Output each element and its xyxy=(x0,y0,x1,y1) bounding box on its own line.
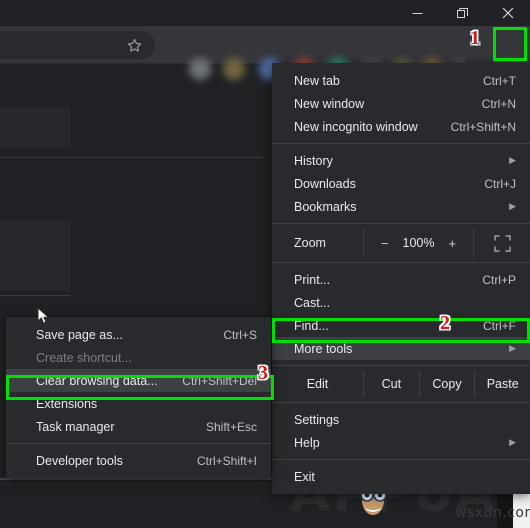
chevron-right-icon: ▶ xyxy=(509,201,516,211)
menu-item-label: Cast... xyxy=(294,295,331,310)
menu-item-label: Create shortcut... xyxy=(36,350,132,365)
menu-row-zoom: Zoom − 100% + xyxy=(272,229,530,257)
minimize-button[interactable] xyxy=(395,0,440,26)
menu-separator xyxy=(272,365,530,366)
menu-item-label: Downloads xyxy=(294,176,356,191)
menu-item-settings[interactable]: Settings xyxy=(272,408,530,431)
edit-label: Edit xyxy=(272,371,364,397)
menu-item-shortcut: Ctrl+S xyxy=(223,327,257,342)
menu-item-label: Bookmarks xyxy=(294,199,357,214)
menu-item-shortcut: Ctrl+N xyxy=(481,96,516,111)
zoom-label: Zoom xyxy=(272,229,364,257)
cut-button[interactable]: Cut xyxy=(364,371,420,397)
menu-item-label: Find... xyxy=(294,318,329,333)
menu-item-label: New window xyxy=(294,96,365,111)
menu-item-label: Task manager xyxy=(36,419,115,434)
menu-item-label: Help xyxy=(294,435,320,450)
close-button[interactable] xyxy=(485,0,530,26)
menu-item-find[interactable]: Find... Ctrl+F xyxy=(272,314,530,337)
zoom-controls: − 100% + xyxy=(364,229,474,257)
menu-item-shortcut: Ctrl+Shift+N xyxy=(450,119,516,134)
menu-item-shortcut: Ctrl+T xyxy=(483,73,516,88)
menu-item-new-incognito-window[interactable]: New incognito window Ctrl+Shift+N xyxy=(272,115,530,138)
menu-item-label: Settings xyxy=(294,412,340,427)
more-tools-menu-item[interactable]: More tools ▶ xyxy=(272,337,530,360)
menu-item-shortcut: Ctrl+F xyxy=(483,318,516,333)
chrome-main-menu: New tab Ctrl+T New window Ctrl+N New inc… xyxy=(272,63,530,494)
browser-window: APPUALS wsxdn.com xyxy=(0,0,530,528)
watermark-site: wsxdn.com xyxy=(455,505,530,521)
menu-item-label: Print... xyxy=(294,272,331,287)
maximize-icon xyxy=(457,7,468,18)
menu-separator xyxy=(272,459,530,460)
menu-item-label: New tab xyxy=(294,73,340,88)
menu-item-label: More tools xyxy=(294,341,353,356)
menu-item-label: Save page as... xyxy=(36,327,123,342)
zoom-level-value: 100% xyxy=(402,236,435,250)
submenu-item-task-manager[interactable]: Task manager Shift+Esc xyxy=(6,415,271,438)
step-badge-1: 1 xyxy=(470,27,480,49)
submenu-item-create-shortcut: Create shortcut... xyxy=(6,346,271,369)
menu-separator xyxy=(272,262,530,263)
menu-item-shortcut: Shift+Esc xyxy=(205,419,257,434)
menu-item-label: Extensions xyxy=(36,396,98,411)
menu-separator xyxy=(272,143,530,144)
chevron-right-icon: ▶ xyxy=(509,343,516,353)
copy-button[interactable]: Copy xyxy=(420,371,476,397)
fullscreen-icon xyxy=(493,234,511,252)
menu-separator xyxy=(272,223,530,224)
step-badge-2: 2 xyxy=(440,312,450,334)
chevron-right-icon: ▶ xyxy=(509,155,516,165)
menu-item-print[interactable]: Print... Ctrl+P xyxy=(272,268,530,291)
menu-separator xyxy=(6,443,271,444)
paste-button[interactable]: Paste xyxy=(475,371,530,397)
zoom-in-button[interactable]: + xyxy=(448,236,456,251)
submenu-item-extensions[interactable]: Extensions xyxy=(6,392,271,415)
browser-toolbar xyxy=(0,26,530,84)
menu-item-history[interactable]: History ▶ xyxy=(272,149,530,172)
maximize-button[interactable] xyxy=(440,0,485,26)
fullscreen-button[interactable] xyxy=(474,229,530,257)
extension-icon[interactable] xyxy=(223,58,245,80)
menu-item-shortcut: Ctrl+Shift+Del xyxy=(182,373,257,388)
menu-item-help[interactable]: Help ▶ xyxy=(272,431,530,454)
menu-item-new-tab[interactable]: New tab Ctrl+T xyxy=(272,69,530,92)
menu-item-downloads[interactable]: Downloads Ctrl+J xyxy=(272,172,530,195)
menu-separator xyxy=(272,402,530,403)
zoom-out-button[interactable]: − xyxy=(381,236,389,251)
menu-item-exit[interactable]: Exit xyxy=(272,465,530,488)
step-badge-3: 3 xyxy=(258,362,268,384)
window-controls xyxy=(395,0,530,26)
menu-item-label: History xyxy=(294,153,333,168)
minimize-icon xyxy=(412,12,423,14)
submenu-item-developer-tools[interactable]: Developer tools Ctrl+Shift+I xyxy=(6,449,271,472)
bookmark-star-icon[interactable] xyxy=(126,37,143,54)
extension-icon[interactable] xyxy=(189,58,211,80)
chevron-right-icon: ▶ xyxy=(509,437,516,447)
menu-item-shortcut: Ctrl+Shift+I xyxy=(196,453,257,468)
menu-item-shortcut: Ctrl+P xyxy=(482,272,516,287)
menu-item-label: Developer tools xyxy=(36,453,123,468)
menu-item-shortcut: Ctrl+J xyxy=(484,176,516,191)
submenu-item-save-page-as[interactable]: Save page as... Ctrl+S xyxy=(6,323,271,346)
menu-item-label: New incognito window xyxy=(294,119,418,134)
menu-item-label: Exit xyxy=(294,469,315,484)
menu-item-new-window[interactable]: New window Ctrl+N xyxy=(272,92,530,115)
title-bar xyxy=(0,0,530,26)
menu-item-label: Clear browsing data... xyxy=(36,373,158,388)
clear-browsing-data-menu-item[interactable]: Clear browsing data... Ctrl+Shift+Del xyxy=(6,369,271,392)
close-icon xyxy=(502,7,513,19)
menu-row-edit: Edit Cut Copy Paste xyxy=(272,371,530,397)
mouse-cursor-icon xyxy=(37,307,50,324)
more-tools-submenu: Save page as... Ctrl+S Create shortcut..… xyxy=(6,317,271,478)
menu-item-cast[interactable]: Cast... xyxy=(272,291,530,314)
menu-item-bookmarks[interactable]: Bookmarks ▶ xyxy=(272,195,530,218)
